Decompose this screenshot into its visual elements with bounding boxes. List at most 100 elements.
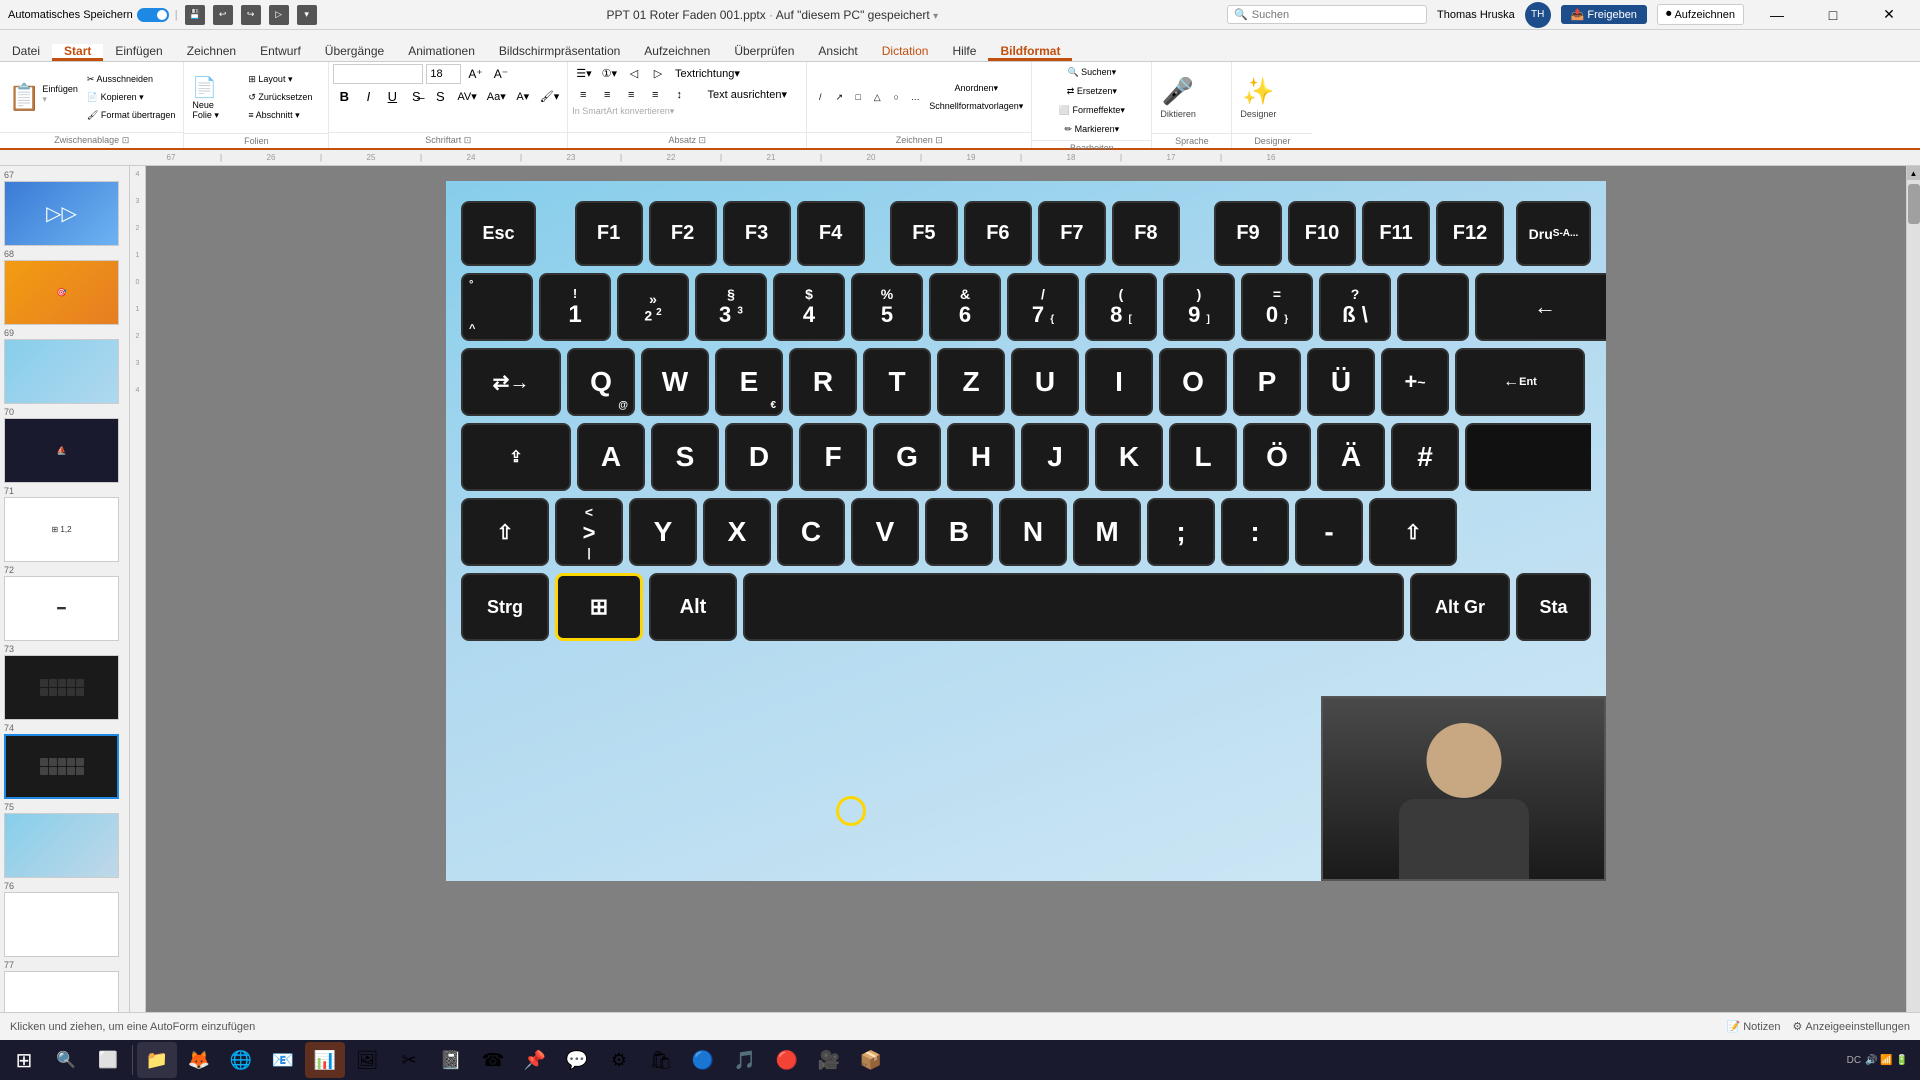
- tab-bildschirmpraesentation[interactable]: Bildschirmpräsentation: [487, 44, 632, 61]
- btn-text-align[interactable]: Text ausrichten▾: [692, 85, 802, 104]
- key-backspace[interactable]: ←: [1475, 273, 1606, 341]
- key-t[interactable]: T: [863, 348, 931, 416]
- key-comma[interactable]: ;: [1147, 498, 1215, 566]
- key-z[interactable]: Z: [937, 348, 1005, 416]
- slide-canvas-area[interactable]: Esc F1 F2 F3 F4 F5 F6 F7 F8 F9 F10: [146, 166, 1906, 1012]
- maximize-button[interactable]: □: [1810, 0, 1856, 30]
- key-f12[interactable]: F12: [1436, 201, 1504, 266]
- slide-thumb-71[interactable]: 71 ⊞ 1,2: [4, 486, 125, 562]
- key-f1[interactable]: F1: [575, 201, 643, 266]
- btn-italic[interactable]: I: [357, 86, 379, 107]
- key-f9[interactable]: F9: [1214, 201, 1282, 266]
- key-y[interactable]: Y: [629, 498, 697, 566]
- tab-uebergaenge[interactable]: Übergänge: [313, 44, 396, 61]
- save-icon[interactable]: 💾: [185, 5, 205, 25]
- btn-diktieren[interactable]: 🎤 Diktieren: [1156, 73, 1200, 122]
- btn-shadow[interactable]: S: [429, 86, 451, 107]
- font-family-input[interactable]: [333, 64, 423, 84]
- key-hash[interactable]: #: [1391, 423, 1459, 491]
- slide-thumb-74[interactable]: 74: [4, 723, 125, 799]
- btn-einfuegen[interactable]: 📋 Einfügen▾: [4, 79, 82, 116]
- key-enter-large[interactable]: ←Ent: [1455, 348, 1585, 416]
- key-p[interactable]: P: [1233, 348, 1301, 416]
- taskbar-snip[interactable]: ✂: [389, 1042, 429, 1078]
- key-period[interactable]: :: [1221, 498, 1289, 566]
- key-j[interactable]: J: [1021, 423, 1089, 491]
- statusbar-notes[interactable]: 📝 Notizen: [1727, 1020, 1781, 1033]
- search-input[interactable]: [1252, 9, 1412, 21]
- key-less[interactable]: <>|: [555, 498, 623, 566]
- btn-font-bigger[interactable]: A⁺: [464, 64, 486, 84]
- slide-thumb-76[interactable]: 76: [4, 881, 125, 957]
- btn-align-right[interactable]: ≡: [620, 86, 642, 104]
- key-backtick[interactable]: [1397, 273, 1469, 341]
- shape-line[interactable]: /: [811, 89, 829, 106]
- key-f3[interactable]: F3: [723, 201, 791, 266]
- btn-abschnitt[interactable]: ≡ Abschnitt ▾: [244, 107, 324, 124]
- autosave-pill[interactable]: [137, 8, 169, 22]
- slide-canvas[interactable]: Esc F1 F2 F3 F4 F5 F6 F7 F8 F9 F10: [446, 181, 1606, 881]
- key-win[interactable]: ⊞: [555, 573, 643, 641]
- slide-thumb-68[interactable]: 68 🎯: [4, 249, 125, 325]
- key-sta[interactable]: Sta: [1516, 573, 1591, 641]
- taskbar-firefox[interactable]: 🦊: [179, 1042, 219, 1078]
- key-shift-right[interactable]: ⇧: [1369, 498, 1457, 566]
- taskbar-teams[interactable]: 📌: [515, 1042, 555, 1078]
- key-ae[interactable]: Ä: [1317, 423, 1385, 491]
- taskbar-start[interactable]: ⊞: [4, 1042, 44, 1078]
- btn-suchen[interactable]: 🔍 Suchen▾: [1063, 64, 1120, 81]
- btn-highlight[interactable]: 🖌▾: [536, 87, 564, 106]
- btn-bullets[interactable]: ☰▾: [572, 64, 595, 83]
- taskbar-explorer[interactable]: 📁: [137, 1042, 177, 1078]
- taskbar-misc1[interactable]: 📦: [851, 1042, 891, 1078]
- taskbar-store[interactable]: 🛍: [641, 1042, 681, 1078]
- key-h[interactable]: H: [947, 423, 1015, 491]
- taskbar-whatsapp[interactable]: 💬: [557, 1042, 597, 1078]
- key-esc[interactable]: Esc: [461, 201, 536, 266]
- btn-increase-indent[interactable]: ▷: [647, 64, 669, 83]
- key-e[interactable]: E€: [715, 348, 783, 416]
- taskbar-edge[interactable]: 🔵: [683, 1042, 723, 1078]
- key-ue[interactable]: Ü: [1307, 348, 1375, 416]
- key-2[interactable]: » 2 2: [617, 273, 689, 341]
- minimize-button[interactable]: —: [1754, 0, 1800, 30]
- btn-case[interactable]: Aa▾: [483, 87, 510, 106]
- key-w[interactable]: W: [641, 348, 709, 416]
- more-qat-icon[interactable]: ▾: [297, 5, 317, 25]
- key-oe[interactable]: Ö: [1243, 423, 1311, 491]
- taskbar-office[interactable]: ⚙: [599, 1042, 639, 1078]
- key-k[interactable]: K: [1095, 423, 1163, 491]
- key-shift-left[interactable]: ⇧: [461, 498, 549, 566]
- key-9[interactable]: ) 9 ]: [1163, 273, 1235, 341]
- slide-thumb-77[interactable]: 77: [4, 960, 125, 1012]
- statusbar-display[interactable]: ⚙ Anzeigeeinstellungen: [1793, 1020, 1910, 1033]
- btn-strikethrough[interactable]: S̶: [405, 86, 427, 107]
- key-8[interactable]: ( 8 [: [1085, 273, 1157, 341]
- tab-animationen[interactable]: Animationen: [396, 44, 487, 61]
- btn-ersetzen[interactable]: ⇄ Ersetzen▾: [1063, 83, 1121, 100]
- slide-thumb-75[interactable]: 75: [4, 802, 125, 878]
- key-7[interactable]: / 7 {: [1007, 273, 1079, 341]
- tab-start[interactable]: Start: [52, 44, 103, 61]
- btn-markieren[interactable]: ✏ Markieren▾: [1061, 121, 1124, 138]
- slide-thumb-69[interactable]: 69: [4, 328, 125, 404]
- key-caret[interactable]: ° ^: [461, 273, 533, 341]
- key-strg-left[interactable]: Strg: [461, 573, 549, 641]
- btn-align-center[interactable]: ≡: [596, 86, 618, 104]
- btn-align-left[interactable]: ≡: [572, 86, 594, 104]
- key-0[interactable]: = 0 }: [1241, 273, 1313, 341]
- vertical-scrollbar[interactable]: ▲: [1906, 166, 1920, 1012]
- key-b[interactable]: B: [925, 498, 993, 566]
- key-tab[interactable]: ⇄→: [461, 348, 561, 416]
- key-c[interactable]: C: [777, 498, 845, 566]
- taskbar-search[interactable]: 🔍: [46, 1042, 86, 1078]
- btn-font-color[interactable]: A▾: [512, 87, 534, 106]
- btn-format-uebertragen[interactable]: 🖌 Format übertragen: [83, 107, 179, 124]
- btn-justify[interactable]: ≡: [644, 86, 666, 104]
- autosave-toggle[interactable]: Automatisches Speichern: [8, 8, 169, 22]
- key-enter-partial[interactable]: [1465, 423, 1591, 491]
- key-druck[interactable]: DruS-A...: [1516, 201, 1591, 266]
- key-v[interactable]: V: [851, 498, 919, 566]
- tab-ansicht[interactable]: Ansicht: [806, 44, 869, 61]
- record-btn[interactable]: ⏺ Aufzeichnen: [1657, 4, 1744, 25]
